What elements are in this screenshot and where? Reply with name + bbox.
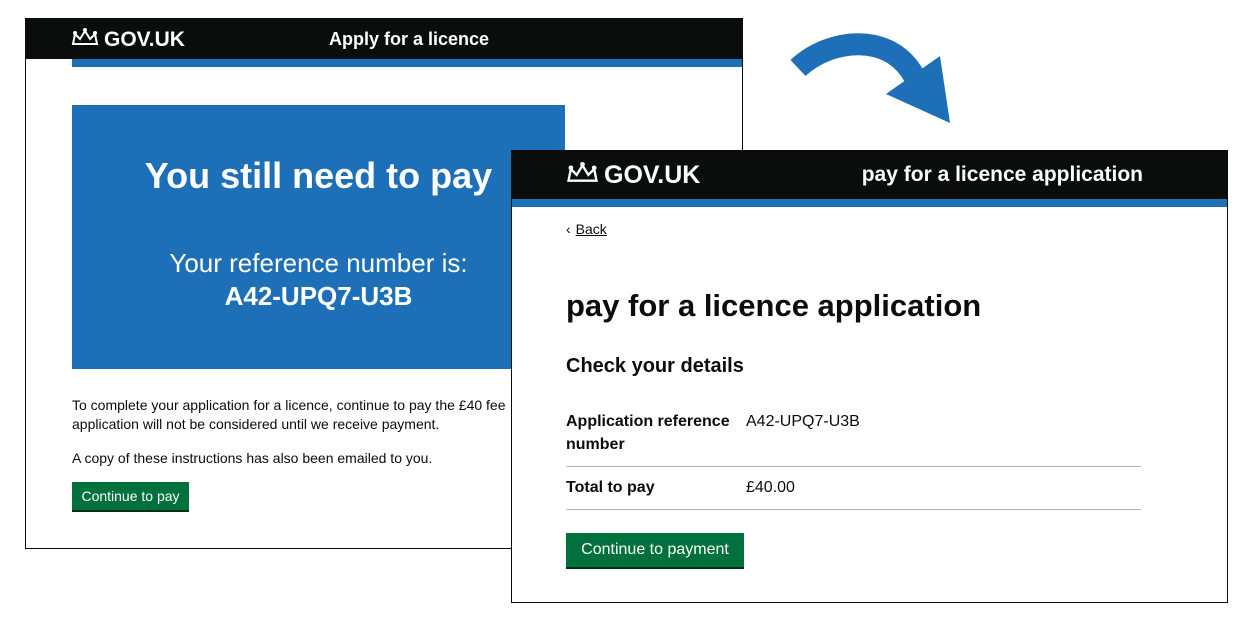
reference-number: A42-UPQ7-U3B	[224, 281, 413, 311]
curved-arrow-icon	[790, 33, 950, 123]
summary-key: Application reference number	[566, 413, 730, 453]
summary-row-total: Total to pay £40.00	[566, 467, 1141, 510]
confirmation-panel: You still need to pay Your reference num…	[72, 105, 565, 369]
summary-value: A42-UPQ7-U3B	[746, 413, 860, 430]
govuk-logo-text: GOV.UK	[104, 28, 185, 51]
summary-row-reference: Application reference number A42-UPQ7-U3…	[566, 401, 1141, 467]
govuk-logo-text: GOV.UK	[604, 161, 701, 189]
header-underline	[512, 199, 1227, 207]
service-name[interactable]: pay for a licence application	[862, 163, 1143, 187]
govuk-header: GOV.UK Apply for a licence	[26, 19, 742, 59]
chevron-left-icon: ‹	[566, 221, 571, 237]
header-underline	[72, 59, 742, 67]
govuk-logo[interactable]: GOV.UK	[71, 28, 185, 52]
govuk-logo[interactable]: GOV.UK	[566, 161, 700, 190]
service-name[interactable]: Apply for a licence	[329, 29, 489, 50]
reference-label: Your reference number is:	[169, 248, 468, 278]
section-heading: Check your details	[566, 355, 744, 377]
summary-value: £40.00	[746, 479, 795, 496]
crown-icon	[566, 161, 599, 190]
crown-icon	[71, 28, 99, 52]
payment-page-screenshot: GOV.UK pay for a licence application ‹ Ba…	[511, 150, 1228, 603]
govuk-header: GOV.UK pay for a licence application	[512, 151, 1227, 199]
page-title: pay for a licence application	[566, 288, 982, 323]
back-link-label: Back	[575, 221, 607, 237]
back-link[interactable]: ‹ Back	[566, 221, 607, 237]
continue-to-payment-button[interactable]: Continue to payment	[566, 533, 744, 567]
continue-to-pay-button[interactable]: Continue to pay	[72, 482, 189, 510]
panel-title: You still need to pay	[144, 155, 493, 196]
summary-key: Total to pay	[566, 479, 655, 496]
summary-list: Application reference number A42-UPQ7-U3…	[566, 401, 1141, 510]
